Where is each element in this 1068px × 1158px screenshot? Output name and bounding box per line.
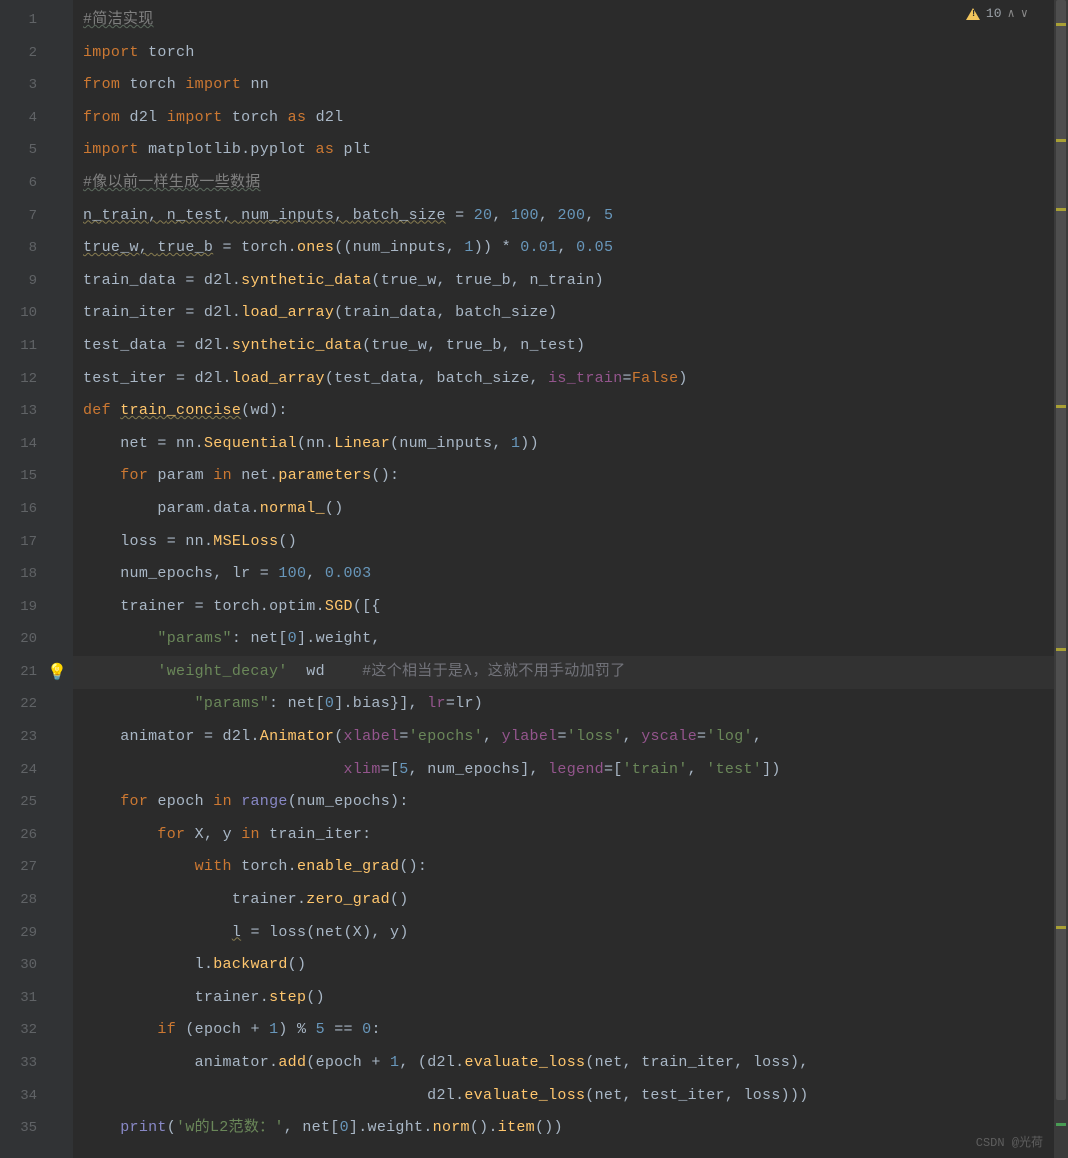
code-line: if (epoch + 1) % 5 == 0: — [83, 1014, 1068, 1047]
code-line: animator.add(epoch + 1, (d2l.evaluate_lo… — [83, 1047, 1068, 1080]
line-number: 17 — [0, 526, 55, 559]
code-line: from torch import nn — [83, 69, 1068, 102]
code-line: "params": net[0].weight, — [83, 623, 1068, 656]
code-line: net = nn.Sequential(nn.Linear(num_inputs… — [83, 428, 1068, 461]
line-number: 27 — [0, 851, 55, 884]
line-number: 26 — [0, 819, 55, 852]
line-number: 23 — [0, 721, 55, 754]
line-number: 14 — [0, 428, 55, 461]
line-gutter: 1234567891011121314151617181920212223242… — [0, 0, 55, 1158]
code-line: def train_concise(wd): — [83, 395, 1068, 428]
line-number: 30 — [0, 949, 55, 982]
vertical-scrollbar[interactable] — [1054, 0, 1068, 1158]
line-number: 32 — [0, 1014, 55, 1047]
watermark: CSDN @光荷 — [976, 1133, 1043, 1150]
line-number: 16 — [0, 493, 55, 526]
code-line: for epoch in range(num_epochs): — [83, 786, 1068, 819]
line-number: 1 — [0, 4, 55, 37]
code-line: from d2l import torch as d2l — [83, 102, 1068, 135]
line-number: 8 — [0, 232, 55, 265]
code-line: with torch.enable_grad(): — [83, 851, 1068, 884]
code-line: l = loss(net(X), y) — [83, 917, 1068, 950]
code-line: import matplotlib.pyplot as plt — [83, 134, 1068, 167]
line-number: 19 — [0, 591, 55, 624]
line-number: 25 — [0, 786, 55, 819]
code-line: train_data = d2l.synthetic_data(true_w, … — [83, 265, 1068, 298]
code-line: for param in net.parameters(): — [83, 460, 1068, 493]
code-line: print('w的L2范数：', net[0].weight.norm().it… — [83, 1112, 1068, 1145]
next-warning-icon[interactable]: ∨ — [1021, 6, 1028, 21]
code-area[interactable]: 💡 #简洁实现 import torch from torch import n… — [73, 0, 1068, 1158]
line-number: 7 — [0, 200, 55, 233]
line-number: 4 — [0, 102, 55, 135]
code-editor[interactable]: 1234567891011121314151617181920212223242… — [0, 0, 1068, 1158]
line-number: 9 — [0, 265, 55, 298]
code-line: loss = nn.MSELoss() — [83, 526, 1068, 559]
code-line: param.data.normal_() — [83, 493, 1068, 526]
line-number: 18 — [0, 558, 55, 591]
line-number: 35 — [0, 1112, 55, 1145]
line-number: 12 — [0, 363, 55, 396]
lightbulb-icon[interactable]: 💡 — [47, 662, 67, 682]
code-line: animator = d2l.Animator(xlabel='epochs',… — [83, 721, 1068, 754]
code-line: d2l.evaluate_loss(net, test_iter, loss))… — [83, 1080, 1068, 1113]
fold-column — [55, 0, 73, 1158]
line-number: 6 — [0, 167, 55, 200]
line-number: 15 — [0, 460, 55, 493]
warning-icon — [966, 8, 980, 20]
line-number: 24 — [0, 754, 55, 787]
line-number: 13 — [0, 395, 55, 428]
line-number: 34 — [0, 1080, 55, 1113]
line-number: 10 — [0, 297, 55, 330]
code-line: trainer.step() — [83, 982, 1068, 1015]
code-line: test_data = d2l.synthetic_data(true_w, t… — [83, 330, 1068, 363]
code-line: trainer.zero_grad() — [83, 884, 1068, 917]
inspection-widget[interactable]: 10 ∧ ∨ — [966, 6, 1028, 21]
code-line: #像以前一样生成一些数据 — [83, 167, 1068, 200]
code-line: test_iter = d2l.load_array(test_data, ba… — [83, 363, 1068, 396]
line-number: 31 — [0, 982, 55, 1015]
code-line: l.backward() — [83, 949, 1068, 982]
line-number: 2 — [0, 37, 55, 70]
line-number: 20 — [0, 623, 55, 656]
line-number: 3 — [0, 69, 55, 102]
warning-count: 10 — [986, 6, 1002, 21]
code-line: train_iter = d2l.load_array(train_data, … — [83, 297, 1068, 330]
line-number: 29 — [0, 917, 55, 950]
line-number: 22 — [0, 688, 55, 721]
code-line: trainer = torch.optim.SGD([{ — [83, 591, 1068, 624]
code-line: "params": net[0].bias}], lr=lr) — [83, 688, 1068, 721]
code-line: import torch — [83, 37, 1068, 70]
code-line: true_w, true_b = torch.ones((num_inputs,… — [83, 232, 1068, 265]
code-line: num_epochs, lr = 100, 0.003 — [83, 558, 1068, 591]
line-number: 33 — [0, 1047, 55, 1080]
prev-warning-icon[interactable]: ∧ — [1008, 6, 1015, 21]
line-number: 5 — [0, 134, 55, 167]
code-line: n_train, n_test, num_inputs, batch_size … — [83, 200, 1068, 233]
line-number: 11 — [0, 330, 55, 363]
code-line: for X, y in train_iter: — [83, 819, 1068, 852]
scroll-thumb[interactable] — [1056, 0, 1066, 1100]
code-line: #简洁实现 — [83, 4, 1068, 37]
code-line: xlim=[5, num_epochs], legend=['train', '… — [83, 754, 1068, 787]
line-number: 28 — [0, 884, 55, 917]
